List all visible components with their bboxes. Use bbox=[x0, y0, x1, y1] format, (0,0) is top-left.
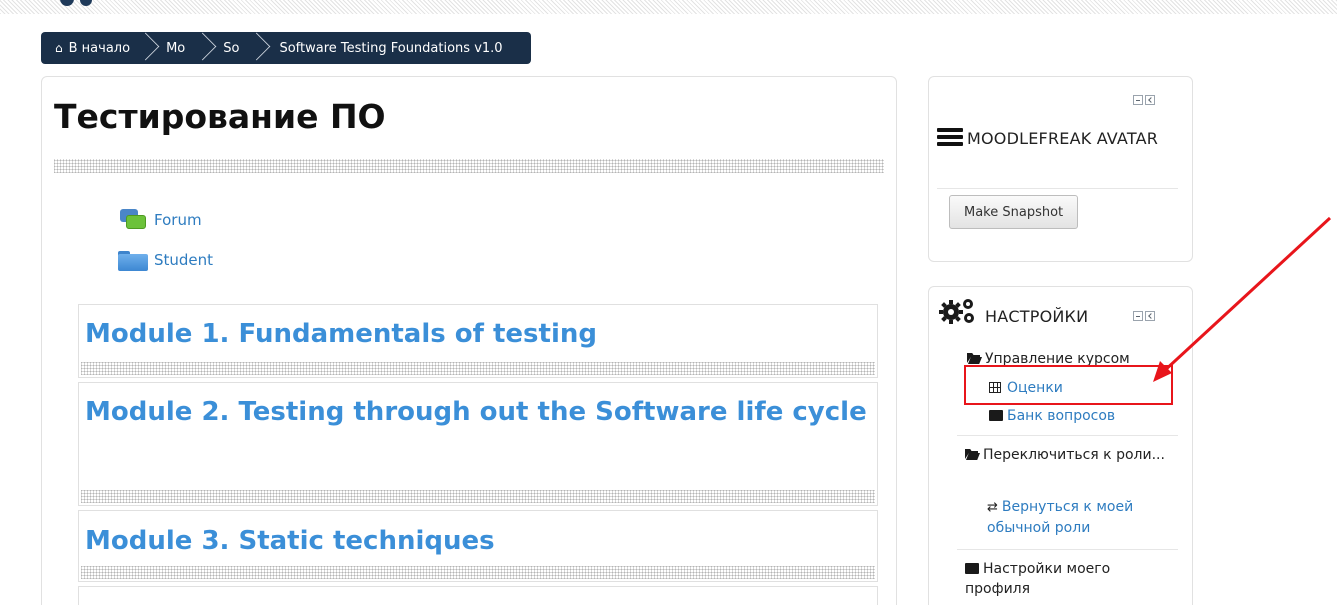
dock-icon[interactable] bbox=[1145, 95, 1155, 105]
block-controls bbox=[1133, 95, 1155, 105]
settings-block: НАСТРОЙКИ Управление курсом Оценки Банк … bbox=[928, 286, 1193, 605]
tree-profile-settings[interactable]: Настройки моего профиля bbox=[965, 559, 1165, 599]
module-divider bbox=[81, 566, 875, 579]
forum-icon bbox=[118, 209, 148, 231]
breadcrumb-item-label: So bbox=[223, 40, 240, 56]
dock-icon[interactable] bbox=[1145, 311, 1155, 321]
module-title[interactable]: Module 2. Testing through out the Softwa… bbox=[79, 383, 877, 434]
module-2: Module 2. Testing through out the Softwa… bbox=[78, 382, 878, 506]
shuffle-icon: ⇄ bbox=[987, 500, 998, 515]
breadcrumb-home-label: В начало bbox=[68, 40, 131, 56]
tree-label: Настройки моего профиля bbox=[965, 561, 1111, 597]
module-divider bbox=[81, 362, 875, 375]
folder-icon bbox=[965, 563, 979, 574]
breadcrumb-item-course[interactable]: Software Testing Foundations v1.0 bbox=[255, 32, 516, 64]
folder-icon bbox=[989, 410, 1003, 421]
block-title-text: MOODLEFREAK AVATAR bbox=[967, 129, 1159, 148]
tree-label: Переключиться к роли... bbox=[983, 447, 1165, 463]
module-divider bbox=[81, 490, 875, 503]
title-divider bbox=[54, 159, 884, 173]
divider bbox=[957, 549, 1178, 550]
breadcrumb-home[interactable]: ⌂ В начало bbox=[41, 32, 144, 64]
folder-open-icon bbox=[967, 353, 981, 364]
course-content: Тестирование ПО Forum Student Module 1. … bbox=[41, 76, 897, 605]
block-title: MOODLEFREAK AVATAR bbox=[937, 121, 1187, 157]
page-title: Тестирование ПО bbox=[54, 97, 386, 136]
activity-student[interactable]: Student bbox=[118, 249, 213, 271]
tree-question-bank[interactable]: Банк вопросов bbox=[989, 406, 1115, 426]
return-role-link[interactable]: Вернуться к моей обычной роли bbox=[987, 499, 1133, 536]
menu-icon bbox=[937, 128, 963, 146]
collapse-icon[interactable] bbox=[1133, 311, 1143, 321]
module-4 bbox=[78, 586, 878, 605]
activity-forum[interactable]: Forum bbox=[118, 209, 202, 231]
tree-switch-role[interactable]: Переключиться к роли... bbox=[965, 445, 1165, 465]
breadcrumb-item-label: Software Testing Foundations v1.0 bbox=[279, 40, 503, 56]
header-strip bbox=[0, 0, 1337, 14]
folder-open-icon bbox=[965, 449, 979, 460]
activity-label: Student bbox=[154, 251, 214, 269]
activity-label: Forum bbox=[154, 211, 202, 229]
block-controls bbox=[1133, 311, 1155, 321]
question-bank-link[interactable]: Банк вопросов bbox=[1007, 408, 1115, 424]
breadcrumb: ⌂ В начало Mo So Software Testing Founda… bbox=[41, 32, 531, 64]
collapse-icon[interactable] bbox=[1133, 95, 1143, 105]
tree-return-role[interactable]: ⇄ Вернуться к моей обычной роли bbox=[987, 497, 1177, 538]
make-snapshot-button[interactable]: Make Snapshot bbox=[949, 195, 1079, 229]
folder-icon bbox=[118, 249, 148, 271]
avatar-block: MOODLEFREAK AVATAR Make Snapshot bbox=[928, 76, 1193, 262]
home-icon: ⌂ bbox=[55, 41, 63, 55]
annotation-highlight-box bbox=[964, 365, 1173, 405]
module-title[interactable]: Module 1. Fundamentals of testing bbox=[79, 305, 877, 356]
block-title: НАСТРОЙКИ bbox=[985, 307, 1089, 326]
module-1: Module 1. Fundamentals of testing bbox=[78, 304, 878, 378]
divider bbox=[937, 188, 1178, 189]
module-title[interactable]: Module 3. Static techniques bbox=[79, 511, 877, 563]
site-logo[interactable] bbox=[56, 0, 116, 8]
breadcrumb-item-label: Mo bbox=[166, 40, 186, 56]
module-3: Module 3. Static techniques bbox=[78, 510, 878, 582]
gears-icon bbox=[939, 299, 974, 324]
divider bbox=[957, 435, 1178, 436]
